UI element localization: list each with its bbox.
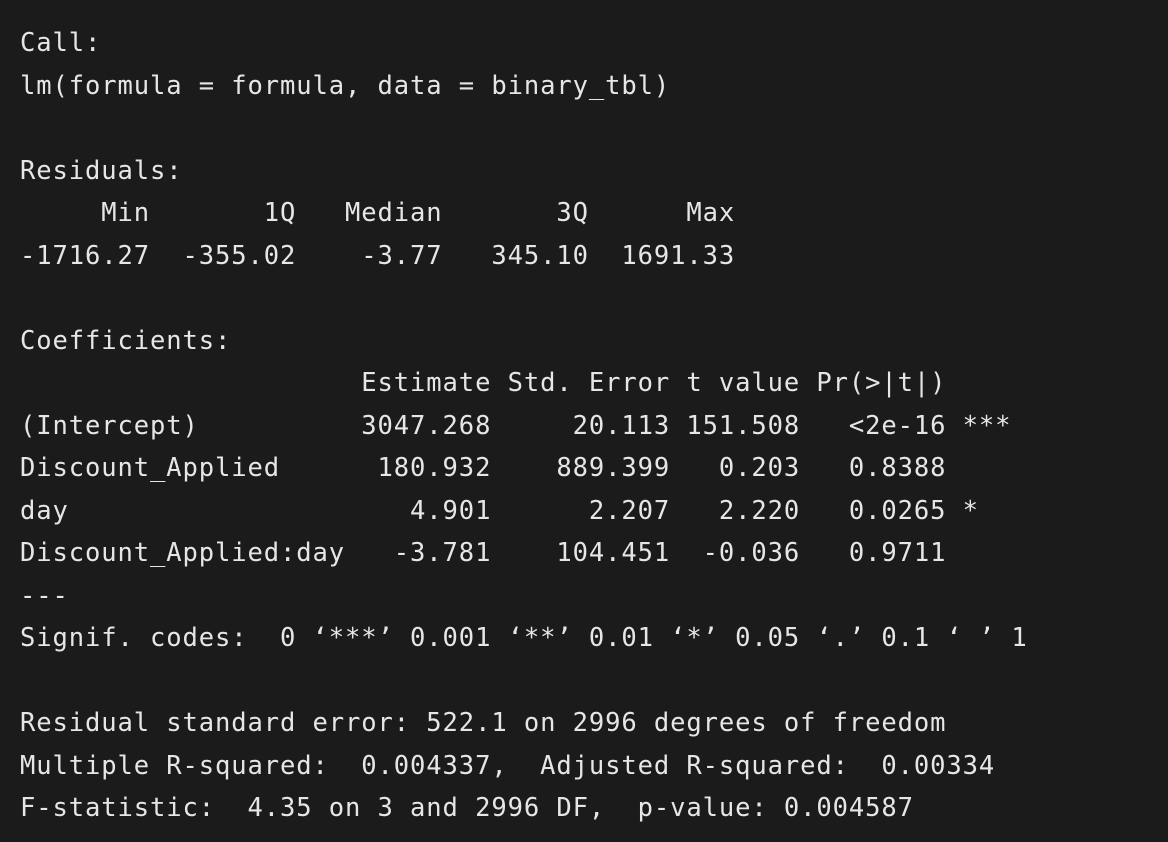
signif-codes-line: Signif. codes: 0 ‘***’ 0.001 ‘**’ 0.01 ‘… bbox=[20, 623, 1028, 653]
r-console-output: Call: lm(formula = formula, data = binar… bbox=[0, 0, 1168, 842]
coefficients-heading: Coefficients: bbox=[20, 325, 232, 356]
coefficient-row-intercept: (Intercept) 3047.268 20.113 151.508 <2e-… bbox=[20, 410, 1012, 441]
coefficient-row-day: day 4.901 2.207 2.220 0.0265 * bbox=[20, 495, 1012, 526]
separator-line: --- bbox=[20, 580, 69, 611]
residuals-values-row: -1716.27 -355.02 -3.77 345.10 1691.33 bbox=[20, 240, 752, 271]
residual-standard-error-line: Residual standard error: 522.1 on 2996 d… bbox=[20, 708, 947, 738]
coefficient-row-interaction: Discount_Applied:day -3.781 104.451 -0.0… bbox=[20, 538, 1012, 568]
call-heading: Call: bbox=[20, 28, 102, 58]
f-statistic-line: F-statistic: 4.35 on 3 and 2996 DF, p-va… bbox=[20, 793, 914, 823]
blank-line bbox=[20, 107, 1168, 150]
coefficients-header-row: Estimate Std. Error t value Pr(>|t|) bbox=[20, 368, 1012, 398]
residuals-heading: Residuals: bbox=[20, 155, 183, 186]
blank-line bbox=[20, 660, 1168, 703]
blank-line bbox=[20, 277, 1168, 320]
r-squared-line: Multiple R-squared: 0.004337, Adjusted R… bbox=[20, 750, 1012, 781]
coefficient-row-discount-applied: Discount_Applied 180.932 889.399 0.203 0… bbox=[20, 453, 1012, 483]
residuals-header-row: Min 1Q Median 3Q Max bbox=[20, 198, 752, 228]
call-formula: lm(formula = formula, data = binary_tbl) bbox=[20, 70, 671, 101]
